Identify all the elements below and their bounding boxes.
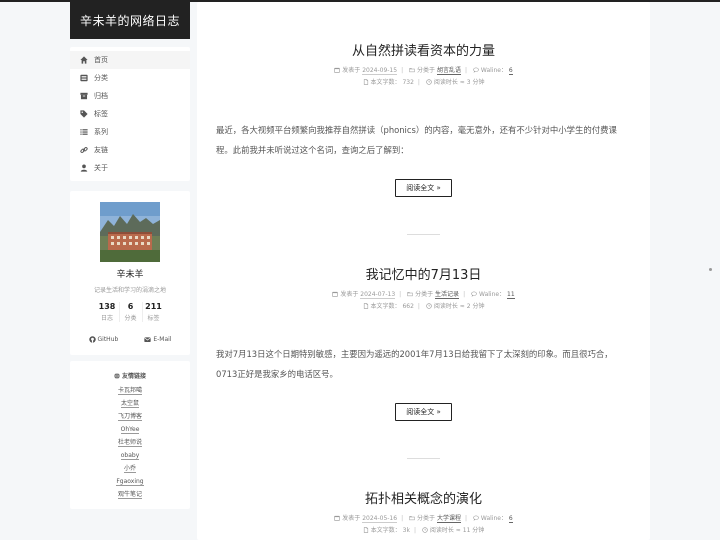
comment-icon xyxy=(471,291,477,297)
word-count: 3k xyxy=(402,527,410,534)
friend-link[interactable]: 杜老师说 xyxy=(70,436,190,449)
comment-count[interactable]: 6 xyxy=(508,515,513,523)
post-date: 2024-07-13 xyxy=(360,291,396,299)
folder-icon xyxy=(409,516,415,521)
post-entry: 我记忆中的7月13日 发表于 2024-07-13 | 分类于 生活记录 | Wal… xyxy=(197,264,650,421)
friend-link[interactable]: 飞刀博客 xyxy=(70,410,190,423)
post-title[interactable]: 拓扑相关概念的演化 xyxy=(197,488,650,507)
read-time: 3 分钟 xyxy=(466,79,485,86)
calendar-icon xyxy=(334,515,340,521)
post-divider xyxy=(407,458,440,459)
author-name: 辛未羊 xyxy=(116,270,144,280)
read-more-button[interactable]: 阅读全文 » xyxy=(395,403,452,421)
tag-icon xyxy=(80,110,88,118)
comment-icon xyxy=(473,67,479,73)
menu-item-archives[interactable]: 归档 xyxy=(70,87,190,105)
back-to-top-indicator[interactable] xyxy=(709,268,712,271)
email-link[interactable]: E-Mail xyxy=(144,336,171,343)
github-link[interactable]: GitHub xyxy=(88,336,118,343)
stat-categories[interactable]: 6 分类 xyxy=(118,302,142,322)
menu-item-label: 首页 xyxy=(94,56,108,64)
word-count: 662 xyxy=(402,303,414,310)
word-count: 732 xyxy=(402,79,414,86)
menu-item-categories[interactable]: 分类 xyxy=(70,69,190,87)
author-description: 记录生活和学习的涓滴之地 xyxy=(93,287,166,294)
read-time: 2 分钟 xyxy=(466,303,485,310)
menu-item-friends[interactable]: 友链 xyxy=(70,141,190,159)
site-stats: 138 日志 6 分类 211 标签 xyxy=(70,302,190,322)
friend-link[interactable]: 卡瓦邦噶 xyxy=(70,384,190,397)
friend-link[interactable]: 小乔 xyxy=(70,462,190,475)
post-title[interactable]: 我记忆中的7月13日 xyxy=(197,264,650,283)
author-profile: 辛未羊 记录生活和学习的涓滴之地 138 日志 6 分类 211 标签 GitH… xyxy=(70,191,190,355)
file-icon xyxy=(363,303,368,309)
read-time: 11 分钟 xyxy=(462,527,485,534)
clock-icon xyxy=(426,79,432,85)
menu-item-tags[interactable]: 标签 xyxy=(70,105,190,123)
category-icon xyxy=(80,74,88,82)
link-icon xyxy=(80,147,88,153)
menu-item-label: 友链 xyxy=(94,146,108,154)
menu-item-label: 系列 xyxy=(94,128,108,136)
post-divider xyxy=(407,234,440,235)
github-icon xyxy=(88,336,96,343)
post-meta: 发表于 2024-09-15 | 分类于 胡言乱语 | Waline： 6 本文字数… xyxy=(197,65,650,89)
comment-count[interactable]: 6 xyxy=(508,67,513,75)
menu-item-home[interactable]: 首页 xyxy=(70,51,190,69)
envelope-icon xyxy=(144,337,151,342)
user-icon xyxy=(80,164,88,172)
post-title[interactable]: 从自然拼读看资本的力量 xyxy=(197,40,650,59)
folder-icon xyxy=(407,292,413,297)
social-links: GitHub E-Mail xyxy=(70,336,190,343)
clock-icon xyxy=(426,303,432,309)
folder-icon xyxy=(409,68,415,73)
calendar-icon xyxy=(334,67,340,73)
friend-links-title: 友情链接 xyxy=(70,371,190,380)
comment-count[interactable]: 11 xyxy=(507,291,515,299)
stat-posts[interactable]: 138 日志 xyxy=(96,302,119,322)
read-more-button[interactable]: 阅读全文 » xyxy=(395,179,452,197)
file-icon xyxy=(363,79,368,85)
file-icon xyxy=(363,527,368,533)
menu-item-label: 标签 xyxy=(94,110,108,118)
menu-item-about[interactable]: 关于 xyxy=(70,159,190,177)
menu-item-label: 分类 xyxy=(94,74,108,82)
post-meta: 发表于 2024-05-16 | 分类于 大学课程 | Waline： 6 本文字数… xyxy=(197,513,650,537)
clock-icon xyxy=(422,527,428,533)
archive-icon xyxy=(80,92,88,100)
globe-icon xyxy=(114,372,120,379)
friend-link[interactable]: 观牛笔记 xyxy=(70,488,190,501)
post-category[interactable]: 大学课程 xyxy=(436,515,461,523)
calendar-icon xyxy=(332,291,339,297)
site-title[interactable]: 辛未羊的网络日志 xyxy=(70,2,190,39)
post-date: 2024-05-16 xyxy=(362,515,398,523)
friend-link[interactable]: OhYee xyxy=(70,423,190,436)
sidebar: 辛未羊的网络日志 首页 分类 归档 标签 系列 友链 关于 辛未羊 记录生活和学… xyxy=(70,2,190,509)
post-meta: 发表于 2024-07-13 | 分类于 生活记录 | Waline： 11 本文字… xyxy=(197,289,650,313)
home-icon xyxy=(80,56,88,64)
friend-links: 友情链接 卡瓦邦噶 太空鼠 飞刀博客 OhYee 杜老师说 obaby 小乔 F… xyxy=(70,361,190,509)
comment-icon xyxy=(473,515,479,521)
post-excerpt: 我对7月13日这个日期特别敏感，主要因为遥远的2001年7月13日给我留下了太深… xyxy=(216,349,613,379)
post-entry: 从自然拼读看资本的力量 发表于 2024-09-15 | 分类于 胡言乱语 | Wa… xyxy=(197,40,650,197)
avatar xyxy=(100,202,160,262)
post-category[interactable]: 生活记录 xyxy=(435,291,460,299)
post-entry: 拓扑相关概念的演化 发表于 2024-05-16 | 分类于 大学课程 | Wali… xyxy=(197,488,650,537)
stat-tags[interactable]: 211 标签 xyxy=(141,302,165,322)
main-menu: 首页 分类 归档 标签 系列 友链 关于 xyxy=(70,47,190,181)
post-category[interactable]: 胡言乱语 xyxy=(436,67,461,75)
post-excerpt: 最近，各大视频平台频繁向我推荐自然拼读（phonics）的内容，毫无意外，还有不… xyxy=(216,125,617,155)
post-list: 从自然拼读看资本的力量 发表于 2024-09-15 | 分类于 胡言乱语 | Wa… xyxy=(197,2,650,540)
menu-item-label: 关于 xyxy=(94,164,108,172)
friend-link[interactable]: Fgaoxing xyxy=(70,475,190,488)
friend-link[interactable]: obaby xyxy=(70,449,190,462)
menu-item-series[interactable]: 系列 xyxy=(70,123,190,141)
post-date: 2024-09-15 xyxy=(362,67,398,75)
menu-item-label: 归档 xyxy=(94,92,108,100)
list-icon xyxy=(80,129,88,135)
friend-link[interactable]: 太空鼠 xyxy=(70,397,190,410)
